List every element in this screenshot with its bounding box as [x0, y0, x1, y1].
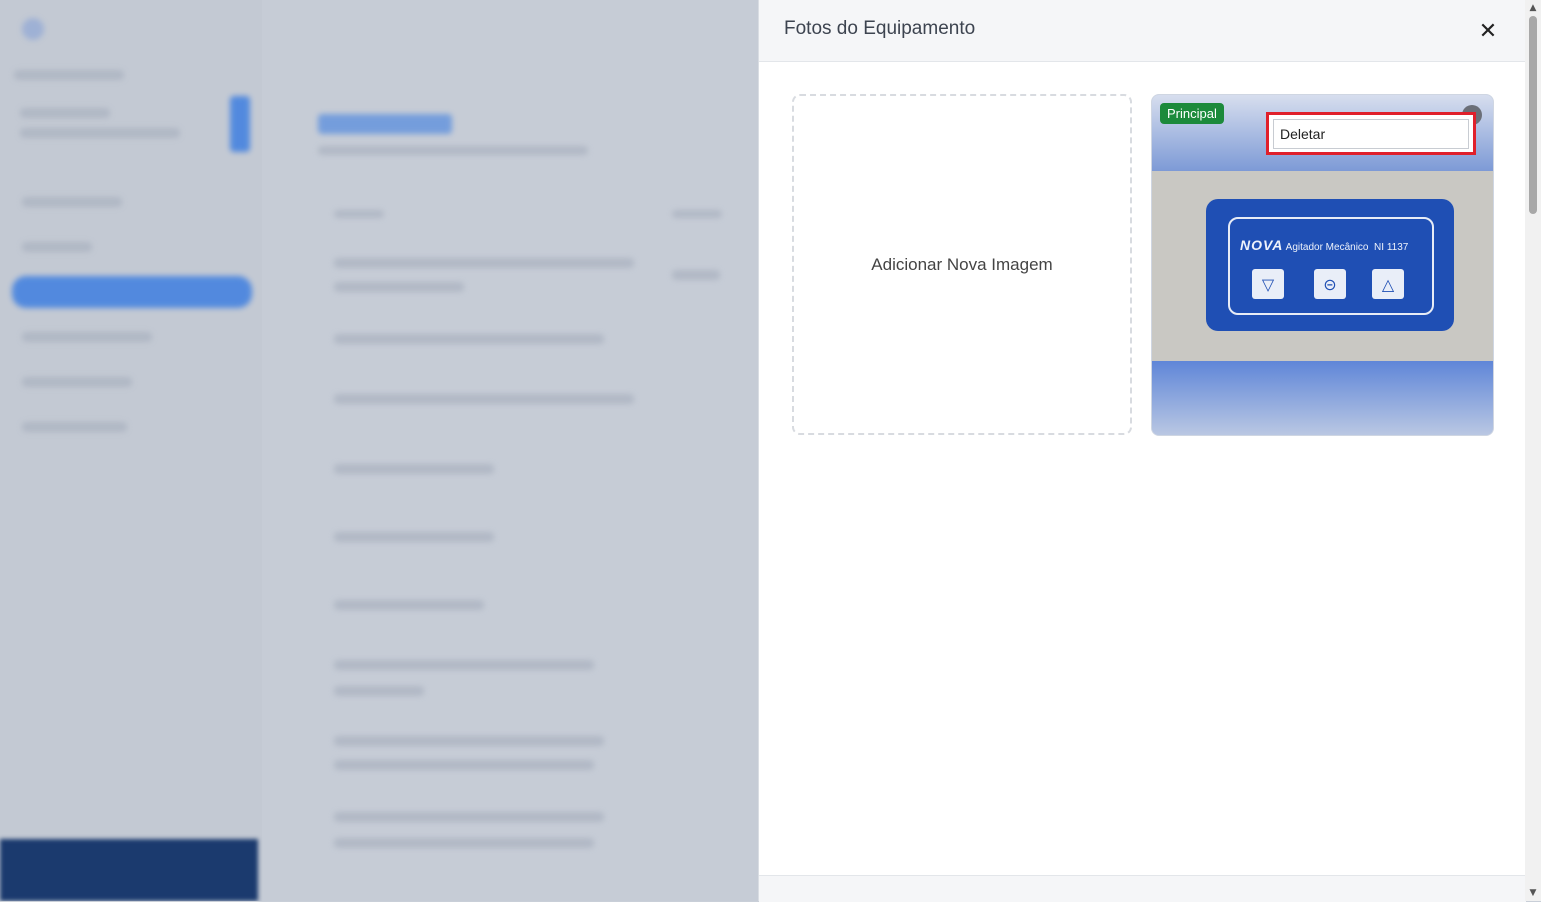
device-inner-frame: NOVA Agitador Mecânico NI 1137 ▽ ⊝ △: [1228, 217, 1434, 315]
panel-header: Fotos do Equipamento ✕: [759, 0, 1526, 62]
add-image-label: Adicionar Nova Imagem: [871, 254, 1053, 274]
device-code: NI 1137: [1374, 242, 1409, 253]
scrollbar[interactable]: ▲ ▼: [1525, 0, 1541, 901]
up-triangle-icon: △: [1372, 269, 1404, 299]
photo-card[interactable]: NOVA Agitador Mecânico NI 1137 ▽ ⊝ △ Pri…: [1151, 94, 1494, 436]
down-triangle-icon: ▽: [1252, 269, 1284, 299]
delete-menu: Deletar: [1266, 112, 1476, 155]
device-label: NOVA Agitador Mecânico NI 1137: [1240, 237, 1408, 253]
cycle-icon: ⊝: [1314, 269, 1346, 299]
device-brand: NOVA: [1240, 237, 1284, 253]
scroll-up-icon[interactable]: ▲: [1525, 0, 1541, 16]
blurred-background: [0, 0, 758, 901]
sidebar-background: [0, 0, 262, 901]
equipment-photo: NOVA Agitador Mecânico NI 1137 ▽ ⊝ △: [1152, 171, 1493, 361]
photos-panel: Fotos do Equipamento ✕ Adicionar Nova Im…: [758, 0, 1526, 902]
panel-footer: [759, 875, 1526, 902]
panel-title: Fotos do Equipamento: [784, 18, 976, 39]
device-panel: NOVA Agitador Mecânico NI 1137 ▽ ⊝ △: [1206, 199, 1454, 331]
close-button[interactable]: ✕: [1475, 18, 1501, 44]
principal-badge: Principal: [1160, 103, 1224, 124]
scroll-thumb[interactable]: [1529, 16, 1537, 214]
scroll-down-icon[interactable]: ▼: [1525, 885, 1541, 901]
delete-menu-item[interactable]: Deletar: [1273, 119, 1469, 149]
sidebar-footer-background: [0, 839, 258, 901]
add-image-button[interactable]: Adicionar Nova Imagem: [792, 94, 1132, 435]
photo-bottom-area: [1152, 361, 1493, 435]
close-icon: ✕: [1478, 18, 1498, 44]
device-name: Agitador Mecânico: [1285, 242, 1369, 253]
